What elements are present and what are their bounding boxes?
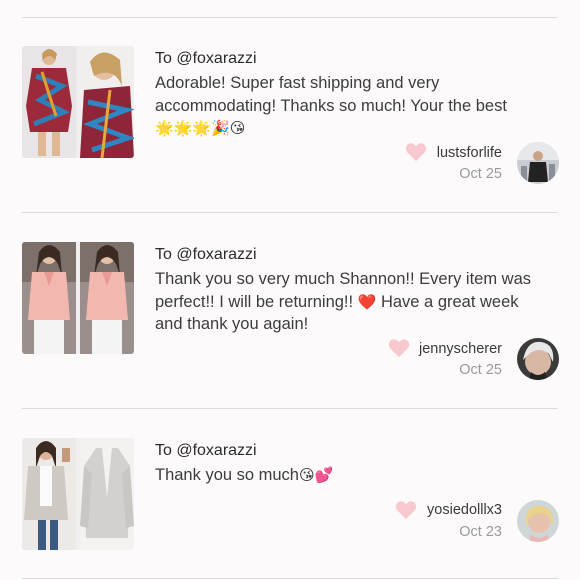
listing-thumbnail-2[interactable] [22,242,134,354]
reviewer-avatar[interactable] [517,500,559,542]
reviewer-username[interactable]: jennyscherer [419,341,502,357]
review-message: Adorable! Super fast shipping and very a… [155,72,545,140]
divider-bottom [22,578,558,579]
review-emojis: 🌟🌟🌟🎉😘 [155,119,246,137]
review-text: Adorable! Super fast shipping and very a… [155,74,507,115]
review-message: Thank you so very much Shannon!! Every i… [155,268,545,336]
heart-icon[interactable] [395,500,417,520]
reviewer-avatar[interactable] [517,142,559,184]
heart-icon[interactable] [388,338,410,358]
review-date: Oct 25 [459,362,502,378]
review-emoji-heart: ❤️ [357,292,377,311]
review-date: Oct 25 [459,166,502,182]
review-recipient: To @foxarazzi [155,246,257,263]
listing-photo-blouse-front [22,242,76,354]
listing-photo-blouse-side [80,242,134,354]
divider-top [22,17,558,18]
reviewer-avatar[interactable] [517,338,559,380]
reviewer-username[interactable]: yosiedolllx3 [427,502,502,518]
listing-photo-dress-detail [80,46,134,158]
review-recipient: To @foxarazzi [155,50,257,67]
listing-photo-cardigan-flat [80,438,134,550]
review-recipient: To @foxarazzi [155,442,257,459]
reviewer-username[interactable]: lustsforlife [437,145,502,161]
listing-photo-cardigan-worn [22,438,76,550]
listing-photo-dress-front [22,46,76,158]
review-message: Thank you so much😘💕 [155,464,545,487]
heart-icon[interactable] [405,142,427,162]
divider-1 [22,212,558,213]
divider-2 [22,408,558,409]
review-date: Oct 23 [459,524,502,540]
review-text: Thank you so much [155,466,299,484]
review-emojis: 😘💕 [299,466,334,484]
listing-thumbnail-1[interactable] [22,46,134,158]
listing-thumbnail-3[interactable] [22,438,134,550]
